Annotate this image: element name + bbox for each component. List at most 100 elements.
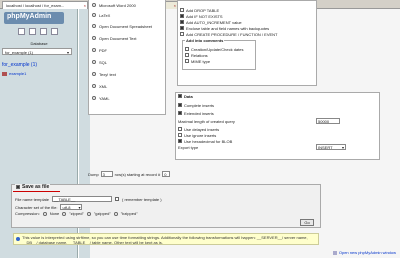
- data-checkbox[interactable]: [178, 94, 182, 98]
- phpmyadmin-logo[interactable]: phpMyAdmin: [4, 12, 64, 24]
- checkbox[interactable]: [178, 133, 182, 137]
- compression-zip-radio[interactable]: [62, 211, 67, 216]
- sql-docs-icon[interactable]: [51, 28, 58, 35]
- checkbox[interactable]: [185, 47, 189, 51]
- format-option[interactable]: PDF: [89, 44, 165, 56]
- checkbox[interactable]: [180, 8, 184, 12]
- max-length-input[interactable]: 50000: [316, 118, 340, 124]
- data-legend: Data: [184, 93, 193, 99]
- go-button[interactable]: Go: [300, 219, 314, 226]
- option-label: Use hexadecimal for BLOB: [184, 138, 233, 144]
- format-label: Texy! text: [99, 71, 116, 77]
- radio[interactable]: [92, 24, 96, 28]
- format-label: SQL: [99, 59, 108, 65]
- new-window-icon: [332, 250, 337, 255]
- radio[interactable]: [92, 48, 96, 52]
- option-label: Complete inserts: [184, 102, 215, 108]
- option-label: Add CREATE PROCEDURE / FUNCTION / EVENT: [186, 31, 278, 37]
- charset-row: Character set of the file: utf-8 ▾: [15, 204, 83, 210]
- query-window-icon[interactable]: [29, 28, 36, 35]
- compression-none-radio[interactable]: [42, 211, 47, 216]
- export-type-label: Export type: [178, 144, 199, 150]
- option-label: Use ignore inserts: [184, 132, 217, 138]
- checkbox[interactable]: [178, 139, 182, 143]
- format-label: PDF: [99, 47, 107, 53]
- checkbox[interactable]: [180, 14, 184, 18]
- option-label: Enclose table and field names with backq…: [186, 25, 270, 31]
- format-option[interactable]: SQL: [89, 56, 165, 68]
- table-link[interactable]: example1: [2, 71, 26, 76]
- radio[interactable]: [92, 96, 96, 100]
- export-type-row: Export type INSERT ▾: [176, 144, 379, 150]
- data-options-panel: Data Complete inserts Extended inserts M…: [175, 92, 380, 160]
- filename-template-input[interactable]: __TABLE__: [52, 196, 113, 202]
- option-label: Add DROP TABLE: [186, 7, 220, 13]
- radio[interactable]: [92, 72, 96, 76]
- save-as-file-legend[interactable]: Save as file: [13, 184, 61, 192]
- compression-bzip-radio[interactable]: [113, 211, 118, 216]
- export-type-select[interactable]: INSERT ▾: [316, 144, 346, 150]
- checkbox[interactable]: [185, 53, 189, 57]
- charset-value: utf-8: [62, 205, 71, 210]
- close-icon[interactable]: ×: [84, 3, 86, 8]
- structure-option[interactable]: Add CREATE PROCEDURE / FUNCTION / EVENT: [178, 31, 316, 37]
- info-icon: [16, 237, 20, 241]
- checkbox[interactable]: [178, 127, 182, 131]
- dump-rows-input[interactable]: 3: [100, 171, 113, 177]
- dump-start-input[interactable]: 0: [162, 171, 171, 177]
- remember-template-checkbox[interactable]: [115, 197, 120, 201]
- format-label: YAML: [99, 95, 110, 101]
- docs-icon[interactable]: [40, 28, 47, 35]
- complete-inserts-option[interactable]: Complete inserts: [176, 102, 379, 108]
- comments-legend: Add into comments: [185, 38, 225, 43]
- radio[interactable]: [92, 36, 96, 40]
- option-label: Use delayed inserts: [184, 126, 220, 132]
- format-label: XML: [99, 83, 108, 89]
- tab-phpmyadmin[interactable]: localhost / localhost / for_exam... ×: [2, 1, 88, 9]
- format-option[interactable]: LaTeX: [89, 10, 165, 20]
- checkbox[interactable]: [185, 59, 189, 63]
- option-label: Creation/Update/Check dates: [191, 46, 244, 52]
- checkbox[interactable]: [178, 103, 182, 107]
- format-option[interactable]: Microsoft Word 2000: [89, 0, 165, 10]
- option-label: Extended inserts: [184, 110, 214, 116]
- close-icon[interactable]: ×: [174, 3, 176, 8]
- table-name: example1: [9, 71, 27, 76]
- option-label: Add AUTO_INCREMENT value: [186, 19, 242, 25]
- dump-middle-label: row(s) starting at record #: [114, 171, 161, 177]
- format-option[interactable]: Open Document Spreadsheet: [89, 20, 165, 32]
- chevron-down-icon: ▾: [78, 205, 81, 210]
- radio[interactable]: [92, 13, 96, 17]
- charset-label: Character set of the file:: [15, 204, 58, 210]
- compression-label: Compression:: [15, 211, 40, 216]
- comment-option[interactable]: MIME type: [183, 58, 255, 64]
- home-icon[interactable]: [18, 28, 25, 35]
- format-option[interactable]: Open Document Text: [89, 32, 165, 44]
- red-underline: [13, 191, 61, 192]
- radio[interactable]: [92, 60, 96, 64]
- option-label: MIME type: [191, 58, 211, 64]
- checkbox[interactable]: [178, 111, 182, 115]
- format-option[interactable]: Texy! text: [89, 68, 165, 80]
- radio[interactable]: [92, 84, 96, 88]
- database-select[interactable]: for_example (1) ▾: [2, 48, 72, 55]
- table-icon: [2, 71, 7, 76]
- compression-gzip-radio[interactable]: [86, 211, 91, 216]
- database-select-value: for_example (1): [5, 50, 34, 55]
- checkbox[interactable]: [180, 32, 184, 36]
- checkbox[interactable]: [180, 20, 184, 24]
- chevron-down-icon: ▾: [341, 145, 344, 150]
- compression-none-label: None: [49, 211, 60, 216]
- nav-icons: [18, 28, 58, 35]
- checkbox[interactable]: [180, 26, 184, 30]
- save-as-file-checkbox[interactable]: [16, 185, 20, 189]
- format-option[interactable]: XML: [89, 80, 165, 92]
- max-length-label: Maximal length of created query: [178, 118, 235, 124]
- extended-inserts-option[interactable]: Extended inserts: [176, 110, 379, 116]
- format-option[interactable]: YAML: [89, 92, 165, 104]
- open-new-window-link[interactable]: Open new phpMyAdmin window: [332, 250, 396, 255]
- strftime-notice: This value is interpreted using strftime…: [13, 233, 319, 245]
- charset-select[interactable]: utf-8 ▾: [60, 204, 83, 210]
- db-name-link[interactable]: for_example (1): [2, 62, 37, 68]
- radio[interactable]: [92, 3, 96, 7]
